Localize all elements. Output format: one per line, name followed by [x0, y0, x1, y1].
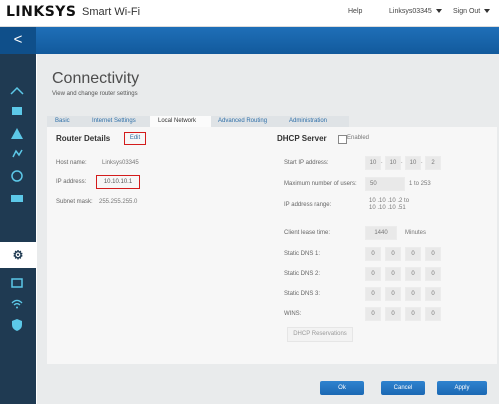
title-bar: < [0, 27, 499, 54]
usb-storage-icon[interactable] [8, 147, 26, 161]
wins-octet-4[interactable]: 0 [425, 307, 441, 321]
start-ip-label: Start IP address: [284, 160, 329, 166]
host-name-label: Host name: [56, 160, 87, 166]
wins-octet-3[interactable]: 0 [405, 307, 421, 321]
apply-button[interactable]: Apply [437, 381, 487, 395]
product-name: Smart Wi-Fi [82, 6, 141, 18]
wireless-icon[interactable] [8, 297, 26, 311]
wins-octet-2[interactable]: 0 [385, 307, 401, 321]
dns1-label: Static DNS 1: [284, 251, 321, 257]
page-title: Connectivity [52, 70, 140, 87]
dns2-octet-2[interactable]: 0 [385, 267, 401, 281]
start-ip-octet-3: 10 [405, 156, 421, 170]
octet-separator: . [421, 159, 423, 165]
wins-label: WINS: [284, 311, 302, 317]
linksys-logo: LINKSYS [6, 4, 77, 20]
connectivity-gear-icon[interactable]: ⚙ [0, 242, 36, 268]
tab-basic[interactable]: Basic [47, 116, 85, 127]
start-ip-octet-2: 10 [385, 156, 401, 170]
dns2-octet-1[interactable]: 0 [365, 267, 381, 281]
tab-local-network[interactable]: Local Network [150, 116, 211, 127]
dhcp-enabled-checkbox[interactable] [338, 135, 347, 144]
dhcp-server-heading: DHCP Server [277, 134, 327, 143]
sidebar: ⚙ [0, 54, 36, 404]
dns1-octet-2[interactable]: 0 [385, 247, 401, 261]
max-users-input[interactable]: 50 [365, 177, 405, 191]
dns1-octet-3[interactable]: 0 [405, 247, 421, 261]
main-panel: Connectivity View and change router sett… [37, 54, 499, 404]
ip-range-label: IP address range: [284, 202, 332, 208]
dns1-octet-1[interactable]: 0 [365, 247, 381, 261]
subnet-mask-label: Subnet mask: [56, 199, 93, 205]
tab-advanced-routing[interactable]: Advanced Routing [210, 116, 282, 127]
wins-octet-1[interactable]: 0 [365, 307, 381, 321]
dns2-label: Static DNS 2: [284, 271, 321, 277]
dns3-octet-3[interactable]: 0 [405, 287, 421, 301]
user-name: Linksys03345 [389, 8, 432, 15]
ip-address-label: IP address: [56, 179, 87, 185]
top-bar: LINKSYS Smart Wi-Fi Help Linksys03345 Si… [0, 0, 499, 27]
sign-out-label: Sign Out [453, 8, 481, 15]
tab-internet-settings[interactable]: Internet Settings [84, 116, 150, 127]
lease-time-unit: Minutes [405, 230, 427, 236]
host-name-value: Linksys03345 [102, 160, 139, 166]
max-users-label: Maximum number of users: [284, 181, 357, 187]
start-ip-octet-1: 10 [365, 156, 381, 170]
dns1-octet-4[interactable]: 0 [425, 247, 441, 261]
dns3-label: Static DNS 3: [284, 291, 321, 297]
device-list-icon[interactable] [8, 276, 26, 290]
router-details-heading: Router Details [56, 134, 111, 143]
start-ip-octet-4[interactable]: 2 [425, 156, 441, 170]
octet-separator: . [381, 159, 383, 165]
help-link[interactable]: Help [348, 8, 362, 15]
dns3-octet-1[interactable]: 0 [365, 287, 381, 301]
tab-bar: Basic Internet Settings Local Network Ad… [47, 116, 497, 127]
back-button[interactable]: < [0, 27, 36, 54]
cancel-button[interactable]: Cancel [381, 381, 425, 395]
sign-out-menu[interactable]: Sign Out [453, 8, 491, 15]
local-network-content: Router Details Edit Host name: Linksys03… [47, 127, 497, 364]
dhcp-reservations-button[interactable]: DHCP Reservations [287, 327, 353, 342]
chevron-down-icon [484, 9, 491, 14]
octet-separator: . [401, 159, 403, 165]
tab-administration[interactable]: Administration [281, 116, 349, 127]
external-storage-icon[interactable] [8, 191, 26, 205]
dns3-octet-4[interactable]: 0 [425, 287, 441, 301]
dhcp-enabled-label: Enabled [347, 135, 370, 141]
page-subtitle: View and change router settings [52, 91, 138, 97]
dns2-octet-4[interactable]: 0 [425, 267, 441, 281]
security-icon[interactable] [8, 318, 26, 332]
edit-link[interactable]: Edit [124, 132, 146, 145]
max-users-range: 1 to 253 [409, 181, 431, 187]
ip-address-value: 10.10.10.1 [96, 175, 140, 189]
dns3-octet-2[interactable]: 0 [385, 287, 401, 301]
chevron-down-icon [435, 9, 442, 14]
alert-icon[interactable] [8, 126, 26, 140]
lease-time-label: Client lease time: [284, 230, 331, 236]
media-prioritization-icon[interactable] [8, 104, 26, 118]
speed-test-icon[interactable] [8, 169, 26, 183]
ip-range-end: 10 .10 .10 .51 [369, 205, 406, 211]
dns2-octet-3[interactable]: 0 [405, 267, 421, 281]
ok-button[interactable]: Ok [320, 381, 364, 395]
network-map-icon[interactable] [8, 84, 26, 98]
user-menu[interactable]: Linksys03345 [389, 8, 442, 15]
ip-range-start: 10 .10 .10 .2 to [369, 198, 410, 204]
subnet-mask-value: 255.255.255.0 [99, 199, 138, 205]
lease-time-input[interactable]: 1440 [365, 226, 397, 240]
